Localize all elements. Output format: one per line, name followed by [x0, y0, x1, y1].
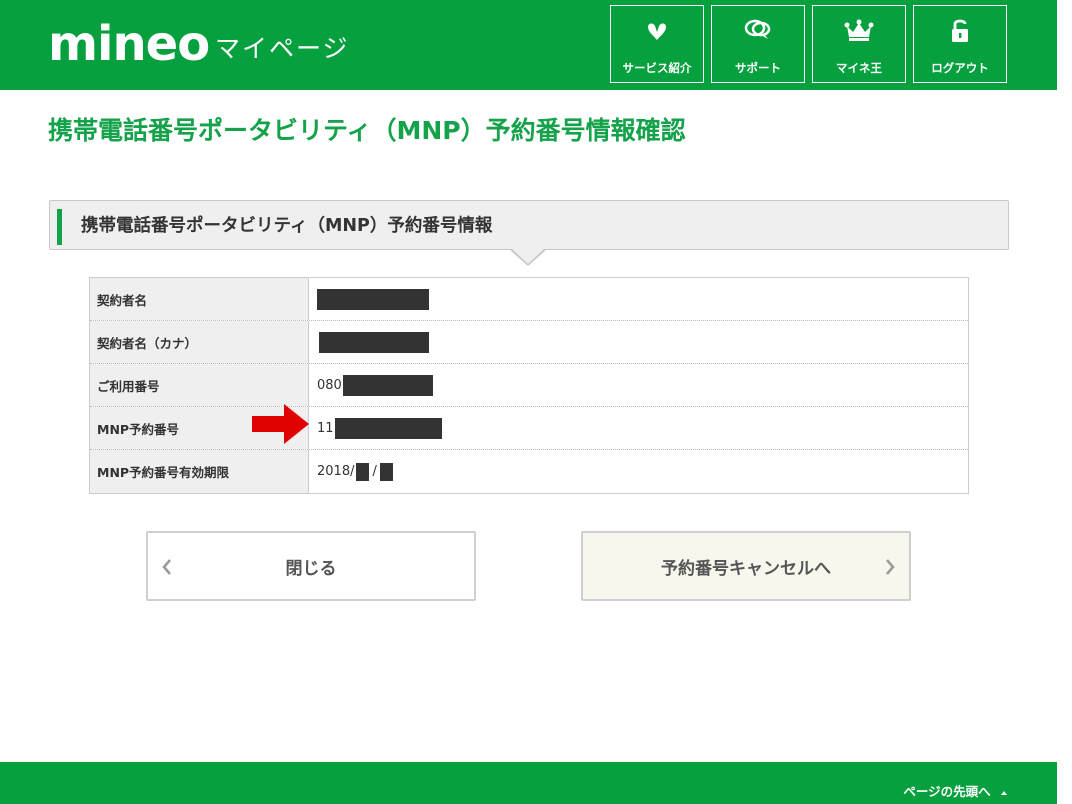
- redacted-value: [379, 462, 393, 481]
- row-value-prefix: 2018/: [317, 464, 355, 479]
- section-accent-bar: [57, 209, 62, 245]
- row-value-prefix: 080: [317, 377, 342, 393]
- row-value: 080: [309, 364, 968, 406]
- crown-icon: [813, 18, 905, 46]
- heart-leaf-icon: [611, 18, 703, 46]
- section-notch: [512, 249, 544, 264]
- row-value: 2018/ /: [309, 450, 968, 493]
- table-row-contract-name-kana: 契約者名（カナ）: [90, 321, 968, 364]
- row-value: 11: [309, 407, 968, 449]
- nav-logout-label: ログアウト: [931, 61, 989, 75]
- mypage-label: マイページ: [215, 34, 350, 63]
- mnp-info-table: 契約者名 契約者名（カナ） ご利用番号 080 MNP予約番号 11 MNP予約…: [89, 277, 969, 494]
- nav-support-button[interactable]: サポート: [711, 5, 805, 83]
- triangle-up-icon: [1001, 790, 1007, 795]
- cancel-button-label: 予約番号キャンセルへ: [661, 558, 831, 579]
- nav-service-button[interactable]: サービス紹介: [610, 5, 704, 83]
- row-label: 契約者名（カナ）: [90, 321, 309, 363]
- nav-mineo-king-button[interactable]: マイネ王: [812, 5, 906, 83]
- redacted-value: [319, 331, 429, 353]
- nav-logout-button[interactable]: ログアウト: [913, 5, 1007, 83]
- close-button[interactable]: 閉じる: [146, 531, 476, 601]
- nav-support-label: サポート: [735, 61, 781, 75]
- table-row-contract-name: 契約者名: [90, 278, 968, 321]
- back-to-top-label: ページの先頭へ: [903, 784, 991, 799]
- back-to-top-link[interactable]: ページの先頭へ: [903, 781, 1009, 800]
- redacted-value: [356, 462, 370, 481]
- nav-mineo-king-label: マイネ王: [836, 61, 882, 75]
- header-bar: mineo マイページ サービス紹介 サポート マイネ王 ログアウト: [0, 0, 1057, 90]
- section-header: 携帯電話番号ポータビリティ（MNP）予約番号情報: [49, 200, 1009, 250]
- chevron-right-icon: [886, 559, 895, 575]
- mineo-logo[interactable]: mineo: [48, 20, 210, 68]
- row-value-prefix: 11: [317, 420, 334, 436]
- red-arrow-icon: [252, 404, 309, 444]
- row-label: MNP予約番号有効期限: [90, 450, 309, 493]
- table-row-phone-number: ご利用番号 080: [90, 364, 968, 407]
- unlock-icon: [914, 18, 1006, 46]
- footer-bar: ページの先頭へ: [0, 762, 1057, 804]
- nav-service-label: サービス紹介: [622, 61, 692, 75]
- table-row-mnp-number: MNP予約番号 11: [90, 407, 968, 450]
- row-value: [309, 321, 968, 363]
- close-button-label: 閉じる: [285, 558, 337, 579]
- redacted-value: [317, 288, 429, 310]
- redacted-value: [342, 374, 433, 396]
- cancel-reservation-button[interactable]: 予約番号キャンセルへ: [581, 531, 911, 601]
- table-row-mnp-expiry: MNP予約番号有効期限 2018/ /: [90, 450, 968, 493]
- page-title: 携帯電話番号ポータビリティ（MNP）予約番号情報確認: [48, 116, 686, 145]
- row-label: 契約者名: [90, 278, 309, 320]
- row-value: [309, 278, 968, 320]
- row-label: ご利用番号: [90, 364, 309, 406]
- section-title: 携帯電話番号ポータビリティ（MNP）予約番号情報: [81, 216, 493, 236]
- speech-bubbles-icon: [712, 18, 804, 46]
- redacted-value: [334, 417, 442, 439]
- date-separator: /: [372, 464, 377, 479]
